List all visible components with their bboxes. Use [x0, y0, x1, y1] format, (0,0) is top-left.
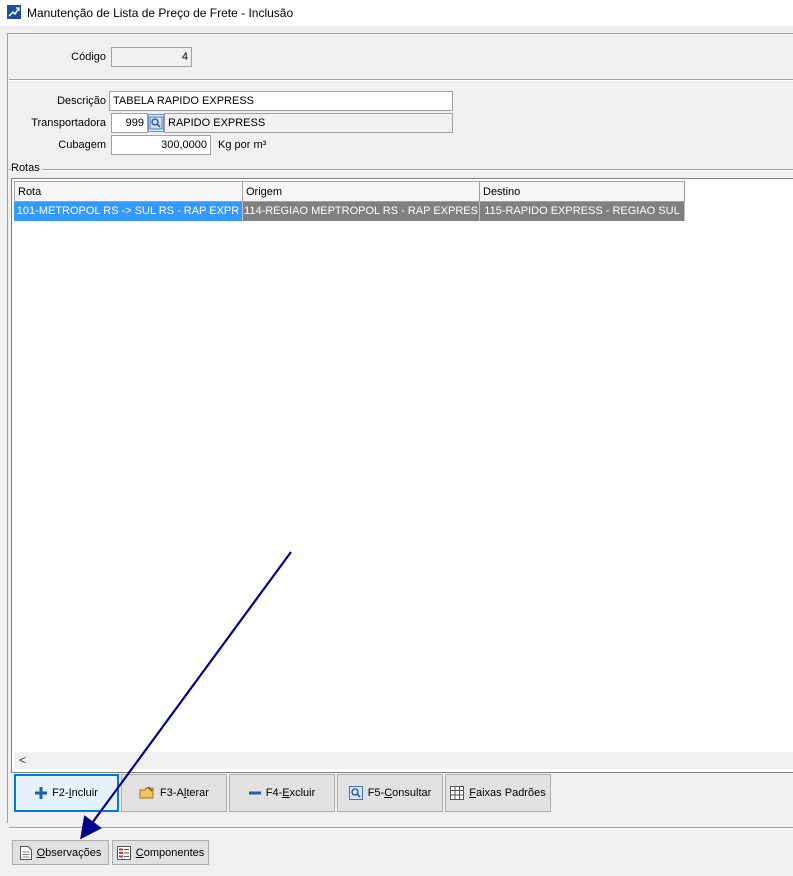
transportadora-code-field[interactable]: 999	[111, 113, 148, 133]
componentes-button[interactable]: Componentes	[112, 840, 209, 865]
minus-icon	[248, 791, 261, 795]
grid-header: Rota Origem Destino	[14, 181, 685, 202]
alterar-button[interactable]: F3-Alterar	[121, 774, 227, 812]
separator	[9, 79, 793, 81]
lookup-icon	[149, 116, 163, 130]
window-title: Manutenção de Lista de Preço de Frete - …	[27, 6, 294, 20]
transportadora-lookup-button[interactable]	[148, 114, 164, 132]
document-icon	[19, 845, 32, 860]
rotas-separator	[9, 169, 793, 171]
transportadora-label: Transportadora	[31, 117, 106, 129]
title-bar: Manutenção de Lista de Preço de Frete - …	[0, 0, 793, 26]
app-icon	[7, 5, 21, 19]
cell-origem[interactable]: 114-REGIAO MEPTROPOL RS - RAP EXPRES	[243, 202, 480, 221]
observacoes-button[interactable]: Observações	[12, 840, 109, 865]
transportadora-name-field: RAPIDO EXPRESS	[164, 113, 453, 133]
plus-icon	[35, 787, 48, 799]
cubagem-unit: Kg por m³	[218, 139, 267, 151]
cell-rota[interactable]: 101-METROPOL RS -> SUL RS - RAP EXPR	[14, 202, 243, 221]
cubagem-field[interactable]: 300,0000	[111, 135, 211, 155]
incluir-button[interactable]: F2-Incluir	[14, 774, 119, 812]
column-header-rota[interactable]: Rota	[14, 181, 243, 202]
components-icon	[116, 845, 131, 860]
excluir-button[interactable]: F4-Excluir	[229, 774, 335, 812]
faixas-padroes-button[interactable]: Faixas Padrões	[445, 774, 551, 812]
table-row[interactable]: 101-METROPOL RS -> SUL RS - RAP EXPR 114…	[14, 202, 685, 221]
codigo-field[interactable]: 4	[111, 47, 192, 67]
descricao-field[interactable]: TABELA RAPIDO EXPRESS	[109, 91, 453, 111]
search-window-icon	[348, 786, 363, 800]
scroll-left-arrow[interactable]: <	[19, 753, 26, 767]
cell-destino[interactable]: 115-RAPIDO EXPRESS - REGIAO SUL	[480, 202, 685, 221]
rotas-grid[interactable]: Rota Origem Destino 101-METROPOL RS -> S…	[11, 178, 793, 773]
consultar-button[interactable]: F5-Consultar	[337, 774, 443, 812]
horizontal-scrollbar[interactable]: <	[14, 752, 793, 769]
folder-edit-icon	[139, 786, 154, 799]
column-header-destino[interactable]: Destino	[480, 181, 685, 202]
table-grid-icon	[450, 786, 465, 800]
column-header-origem[interactable]: Origem	[243, 181, 480, 202]
cubagem-label: Cubagem	[58, 139, 106, 151]
rotas-group-title: Rotas	[11, 162, 42, 174]
bottom-separator	[9, 827, 793, 829]
descricao-label: Descrição	[57, 95, 106, 107]
codigo-label: Código	[71, 51, 106, 63]
